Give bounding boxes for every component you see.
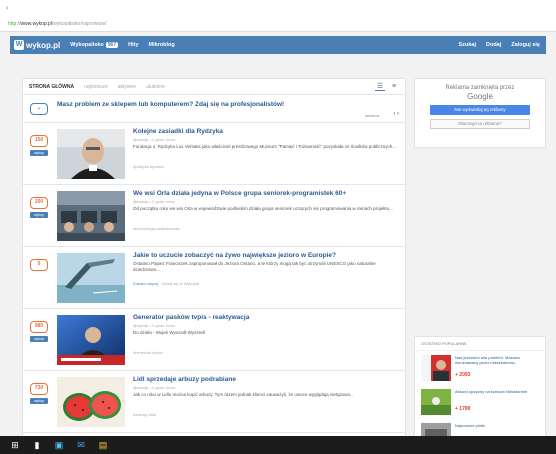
see-more-link[interactable]: Zobacz więcej (133, 281, 158, 286)
nav-add[interactable]: Dodaj (486, 42, 501, 48)
google-label: Google (467, 92, 493, 101)
article-tags: Zobacz więcej · Dodaj się w Wykopie (133, 281, 199, 286)
ad-box: Reklama zamknięta przez Google Nie wyświ… (414, 78, 546, 148)
popular-title[interactable]: Absurd ojczyzny na kontach Nieustannie (455, 389, 541, 404)
grid-view-icon[interactable]: ≡ (389, 83, 399, 91)
article-body: Ostatnio Papież Franciszek zaproponował … (133, 261, 376, 272)
article-title[interactable]: Generator pasków tvpis - reaktywacja (133, 314, 399, 321)
nav-hity[interactable]: Hity (128, 42, 138, 48)
article-title[interactable]: Lidl sprzedaje arbuzy podrabiane (133, 376, 399, 383)
browser-chrome: ‹ http://www.wykop.pl/wykopalisko/najnow… (0, 0, 556, 32)
nav-login[interactable]: Zaloguj się (511, 42, 540, 48)
article-tags[interactable]: #technologia #ciekawostki (133, 226, 399, 231)
article-tags[interactable]: #zakupy #lidl (133, 412, 399, 417)
nav-count-badge: 967 (105, 42, 119, 48)
file-explorer-icon[interactable]: ▮ (30, 438, 44, 452)
promo-title[interactable]: Masz problem ze sklepem lub komputerem? … (57, 101, 284, 108)
logo-text: wykop.pl (26, 40, 61, 50)
article-body: Jak co roku w Lidlu można kupić arbuzy. … (133, 392, 354, 397)
article-title[interactable]: Kolejne zasiadki dla Rydzyka (133, 128, 399, 135)
article-meta: @wykop • 1 godz. temu (133, 137, 176, 142)
vote-count[interactable]: 980 (30, 321, 48, 333)
popular-item[interactable]: Absurd ojczyzny na kontach Nieustannie +… (415, 385, 545, 419)
wykop-button[interactable]: wykop (30, 212, 48, 218)
promo-meta: reklama (364, 113, 379, 118)
article-meta: @wykop • 3 godz. temu (133, 323, 176, 328)
url-host: www.wykop.pl (20, 21, 52, 27)
article-meta: @wykop • 4 godz. temu (133, 385, 176, 390)
list-item: 200 wykop We wsi Orla działa jedyna w Po… (23, 185, 405, 247)
tab-favorites[interactable]: ulubione (146, 84, 165, 90)
popular-item[interactable]: Nad jeziorami wisi problem. Masowo nieuz… (415, 351, 545, 385)
tab-home[interactable]: STRONA GŁÓWNA (29, 84, 74, 90)
back-icon[interactable]: ‹ (6, 4, 14, 12)
mail-icon[interactable]: ✉ (74, 438, 88, 452)
article-body: Do dzieła - Wujek Wyszedł Wyszedł (133, 330, 205, 335)
article-meta: @wykop • 2 godz. temu (133, 199, 176, 204)
start-icon[interactable]: ⊞ (8, 438, 22, 452)
view-toggle: ☰ ≡ (371, 83, 399, 91)
article-tags[interactable]: #polityka #polska (133, 164, 399, 169)
vote-count[interactable]: 0 (30, 259, 48, 271)
nav-right: Szukaj Dodaj Zaloguj się (449, 42, 540, 48)
url-scheme: http:// (8, 21, 21, 27)
main-feed: STRONA GŁÓWNA najnowsze aktywne ulubione… (22, 78, 406, 438)
article-thumbnail[interactable] (57, 315, 125, 365)
url-path: /wykopalisko/najnowsze/ (51, 21, 107, 27)
nav-search[interactable]: Szukaj (459, 42, 476, 48)
article-thumbnail[interactable] (57, 377, 125, 427)
promo-nav-arrows[interactable]: ‹ › (393, 111, 399, 117)
add-link[interactable]: Dodaj się w Wykopie (162, 281, 199, 286)
wykop-button[interactable]: wykop (30, 150, 48, 156)
promo-row[interactable]: + Masz problem ze sklepem lub komputerem… (23, 95, 405, 123)
popular-thumbnail (421, 355, 451, 381)
popular-count: + 1789 (455, 406, 471, 412)
nav-wykopalisko[interactable]: Wykopalisko 967 (70, 42, 119, 48)
site-logo[interactable]: W wykop.pl (14, 40, 60, 50)
article-thumbnail[interactable] (57, 191, 125, 241)
nav-label: Wykopalisko (70, 42, 104, 48)
popular-count: + 2093 (455, 372, 471, 378)
stop-seeing-ad-button[interactable]: Nie wyświetlaj tej reklamy (430, 105, 530, 115)
address-bar[interactable]: http://www.wykop.pl/wykopalisko/najnowsz… (8, 20, 308, 29)
wykop-button[interactable]: wykop (30, 398, 48, 404)
popular-panel: OSTATNIO POPULARNE Nad jeziorami wisi pr… (414, 336, 546, 449)
folder-icon[interactable]: ▤ (96, 438, 110, 452)
taskbar: ⊞ ▮ ▣ ✉ ▤ (0, 436, 556, 454)
wykop-button[interactable]: wykop (30, 336, 48, 342)
list-item: 730 wykop Lidl sprzedaje arbuzy podrabia… (23, 371, 405, 433)
list-item: 0 Jakie to uczucie zobaczyć na żywo najw… (23, 247, 405, 309)
popular-title[interactable]: Nad jeziorami wisi problem. Masowo nieuz… (455, 355, 541, 370)
list-view-icon[interactable]: ☰ (375, 83, 385, 91)
promo-badge: + (30, 103, 48, 115)
vote-count[interactable]: 200 (30, 197, 48, 209)
article-body: Fundacja o. Rydzyka Lux Veritatis jako w… (133, 144, 396, 149)
vote-count[interactable]: 730 (30, 383, 48, 395)
article-body: Od początku roku we wsi Orla w województ… (133, 206, 393, 211)
tab-newest[interactable]: najnowsze (84, 84, 108, 90)
article-tags[interactable]: #heheszki #tvpis (133, 350, 399, 355)
article-thumbnail[interactable] (57, 129, 125, 179)
logo-icon: W (14, 40, 24, 50)
list-item: 150 wykop Kolejne zasiadki dla Rydzyka @… (23, 123, 405, 185)
vote-count[interactable]: 150 (30, 135, 48, 147)
article-title[interactable]: We wsi Orla działa jedyna w Polsce grupa… (133, 190, 399, 197)
nav-mikroblog[interactable]: Mikroblog (149, 42, 175, 48)
popular-heading: OSTATNIO POPULARNE (415, 337, 545, 351)
store-icon[interactable]: ▣ (52, 438, 66, 452)
tab-active[interactable]: aktywne (118, 84, 136, 90)
ad-closed-label: Reklama zamknięta przez (445, 85, 515, 91)
article-thumbnail[interactable] (57, 253, 125, 303)
list-item: 980 wykop Generator pasków tvpis - reakt… (23, 309, 405, 371)
popular-thumbnail (421, 389, 451, 415)
article-title[interactable]: Jakie to uczucie zobaczyć na żywo najwię… (133, 252, 399, 259)
sidebar: Reklama zamknięta przez Google Nie wyświ… (414, 78, 546, 449)
why-ad-button[interactable]: Dlaczego ta reklama? (430, 119, 530, 129)
site-nav: W wykop.pl Wykopalisko 967 Hity Mikroblog… (10, 36, 546, 54)
tabs-row: STRONA GŁÓWNA najnowsze aktywne ulubione… (23, 79, 405, 95)
